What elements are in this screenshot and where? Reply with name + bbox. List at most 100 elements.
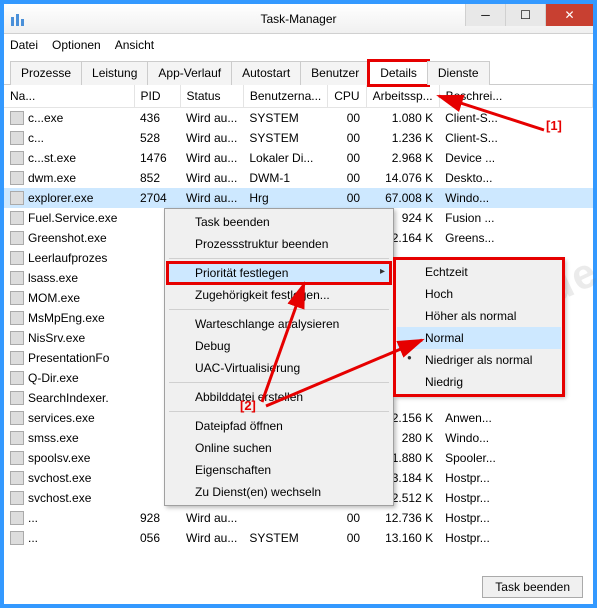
menu-separator bbox=[169, 309, 389, 310]
cell-value: Leerlaufprozes bbox=[28, 251, 107, 265]
column-header[interactable]: Status bbox=[180, 85, 243, 108]
cell-value: Device ... bbox=[445, 151, 495, 165]
tab-details[interactable]: Details bbox=[369, 61, 428, 85]
cell-value: 852 bbox=[140, 171, 160, 185]
menu-item[interactable]: Warteschlange analysieren bbox=[167, 313, 391, 335]
cell-value: 14.076 K bbox=[385, 171, 433, 185]
menu-datei[interactable]: Datei bbox=[10, 38, 38, 52]
cell-value: MOM.exe bbox=[28, 291, 80, 305]
cell-value: 13.160 K bbox=[385, 531, 433, 545]
cell-value: Wird au... bbox=[186, 511, 237, 525]
tab-prozesse[interactable]: Prozesse bbox=[10, 61, 82, 85]
cell-value: Wird au... bbox=[186, 131, 237, 145]
process-icon bbox=[10, 131, 24, 145]
cell-value: SYSTEM bbox=[249, 531, 298, 545]
context-menu[interactable]: Task beendenProzessstruktur beenden Prior… bbox=[164, 208, 394, 506]
cell-value: c... bbox=[28, 131, 44, 145]
submenu-item[interactable]: Hoch bbox=[397, 283, 561, 305]
titlebar: Task-Manager ─ ☐ ✕ bbox=[4, 4, 593, 34]
menu-item[interactable]: Zu Dienst(en) wechseln bbox=[167, 481, 391, 503]
menu-item[interactable]: Dateipfad öffnen bbox=[167, 415, 391, 437]
cell-value: ... bbox=[28, 531, 38, 545]
menu-separator bbox=[169, 382, 389, 383]
submenu-item[interactable]: Höher als normal bbox=[397, 305, 561, 327]
process-icon bbox=[10, 491, 24, 505]
menu-item[interactable]: UAC-Virtualisierung bbox=[167, 357, 391, 379]
menu-item[interactable]: Task beenden bbox=[167, 211, 391, 233]
menu-item[interactable]: Debug bbox=[167, 335, 391, 357]
cell-value: Fuel.Service.exe bbox=[28, 211, 117, 225]
table-row[interactable]: c...exe436Wird au...SYSTEM001.080 KClien… bbox=[4, 108, 593, 129]
table-row[interactable]: ...928Wird au...0012.736 KHostpr... bbox=[4, 508, 593, 528]
cell-value: 924 K bbox=[402, 211, 433, 225]
menu-optionen[interactable]: Optionen bbox=[52, 38, 101, 52]
app-icon bbox=[10, 11, 26, 27]
cell-value: c...st.exe bbox=[28, 151, 76, 165]
menu-item[interactable]: Prozessstruktur beenden bbox=[167, 233, 391, 255]
footer: Task beenden bbox=[482, 576, 583, 598]
menu-item[interactable]: Abbilddatei erstellen bbox=[167, 386, 391, 408]
close-button[interactable]: ✕ bbox=[545, 4, 593, 26]
column-header[interactable]: Beschrei... bbox=[439, 85, 592, 108]
menu-item[interactable]: Zugehörigkeit festlegen... bbox=[167, 284, 391, 306]
priority-submenu[interactable]: EchtzeitHochHöher als normalNormalNiedri… bbox=[394, 258, 564, 396]
submenu-item[interactable]: Niedrig bbox=[397, 371, 561, 393]
tab-autostart[interactable]: Autostart bbox=[231, 61, 301, 85]
cell-value: Windo... bbox=[445, 431, 489, 445]
cell-value: Wird au... bbox=[186, 531, 237, 545]
submenu-item[interactable]: Niedriger als normal bbox=[397, 349, 561, 371]
column-header[interactable]: CPU bbox=[328, 85, 366, 108]
column-header[interactable]: PID bbox=[134, 85, 180, 108]
menu-item[interactable]: Eigenschaften bbox=[167, 459, 391, 481]
cell-value: SearchIndexer. bbox=[28, 391, 109, 405]
menu-item[interactable]: Online suchen bbox=[167, 437, 391, 459]
cell-value: explorer.exe bbox=[28, 191, 93, 205]
cell-value: spoolsv.exe bbox=[28, 451, 90, 465]
column-header[interactable]: Arbeitssp... bbox=[366, 85, 439, 108]
cell-value: 00 bbox=[347, 171, 360, 185]
process-icon bbox=[10, 291, 24, 305]
cell-value: 2.968 K bbox=[392, 151, 433, 165]
cell-value: MsMpEng.exe bbox=[28, 311, 105, 325]
submenu-item[interactable]: Echtzeit bbox=[397, 261, 561, 283]
cell-value: Wird au... bbox=[186, 191, 237, 205]
cell-value: 00 bbox=[347, 111, 360, 125]
tab-benutzer[interactable]: Benutzer bbox=[300, 61, 370, 85]
cell-value: DWM-1 bbox=[249, 171, 290, 185]
table-row[interactable]: ...056Wird au...SYSTEM0013.160 KHostpr..… bbox=[4, 528, 593, 548]
cell-value: 056 bbox=[140, 531, 160, 545]
table-row[interactable]: explorer.exe2704Wird au...Hrg0067.008 KW… bbox=[4, 188, 593, 208]
process-icon bbox=[10, 371, 24, 385]
submenu-item[interactable]: Normal bbox=[397, 327, 561, 349]
cell-value: SYSTEM bbox=[249, 111, 298, 125]
window-controls: ─ ☐ ✕ bbox=[465, 4, 593, 26]
menu-ansicht[interactable]: Ansicht bbox=[115, 38, 154, 52]
column-header[interactable]: Na... bbox=[4, 85, 134, 108]
tab-bar: ProzesseLeistungApp-VerlaufAutostartBenu… bbox=[4, 56, 593, 85]
cell-value: PresentationFo bbox=[28, 351, 109, 365]
table-row[interactable]: c...st.exe1476Wird au...Lokaler Di...002… bbox=[4, 148, 593, 168]
cell-value: 00 bbox=[347, 151, 360, 165]
process-icon bbox=[10, 111, 24, 125]
cell-value: 528 bbox=[140, 131, 160, 145]
minimize-button[interactable]: ─ bbox=[465, 4, 505, 26]
menubar: Datei Optionen Ansicht bbox=[4, 34, 593, 56]
tab-app-verlauf[interactable]: App-Verlauf bbox=[147, 61, 232, 85]
process-icon bbox=[10, 271, 24, 285]
menu-item[interactable]: Priorität festlegen bbox=[167, 262, 391, 284]
maximize-button[interactable]: ☐ bbox=[505, 4, 545, 26]
table-row[interactable]: c...528Wird au...SYSTEM001.236 KClient-S… bbox=[4, 128, 593, 148]
process-icon bbox=[10, 351, 24, 365]
process-icon bbox=[10, 191, 24, 205]
end-task-button[interactable]: Task beenden bbox=[482, 576, 583, 598]
tab-dienste[interactable]: Dienste bbox=[427, 61, 490, 85]
cell-value: Greens... bbox=[445, 231, 494, 245]
cell-value: Wird au... bbox=[186, 151, 237, 165]
cell-value: Client-S... bbox=[445, 131, 498, 145]
column-header[interactable]: Benutzerna... bbox=[243, 85, 327, 108]
cell-value: Wird au... bbox=[186, 171, 237, 185]
process-icon bbox=[10, 331, 24, 345]
cell-value: 3.184 K bbox=[392, 471, 433, 485]
tab-leistung[interactable]: Leistung bbox=[81, 61, 148, 85]
table-row[interactable]: dwm.exe852Wird au...DWM-10014.076 KDeskt… bbox=[4, 168, 593, 188]
